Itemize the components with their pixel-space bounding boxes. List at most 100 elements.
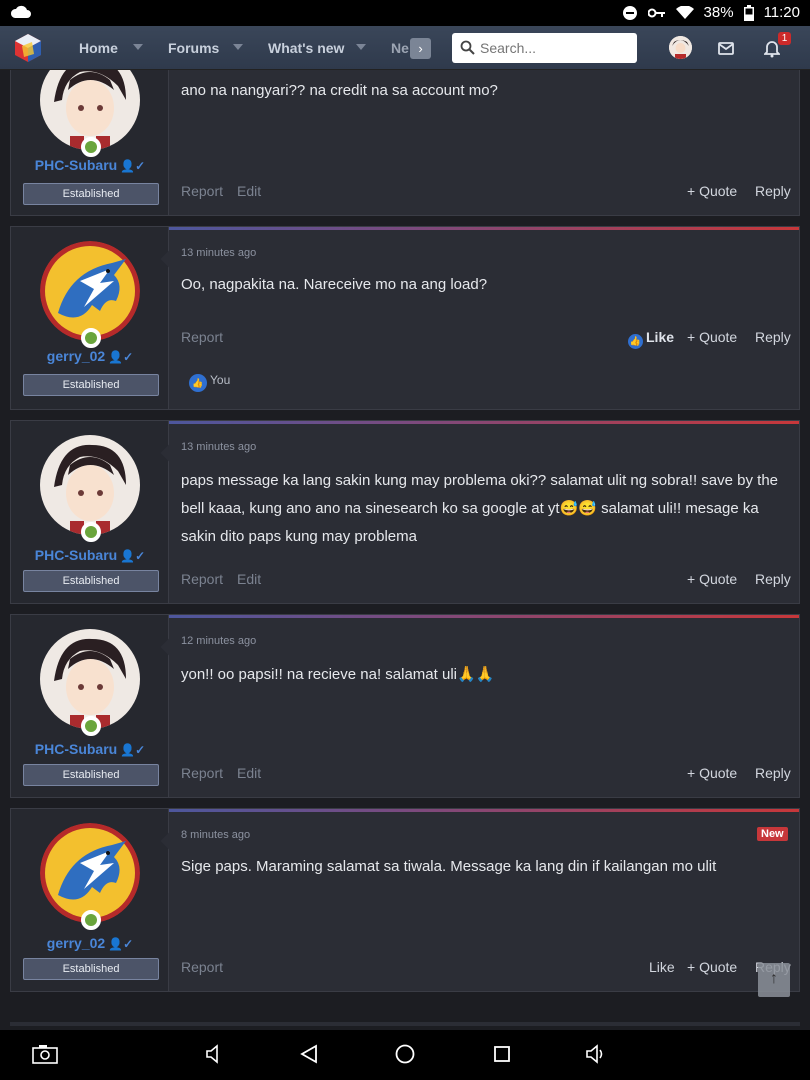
user-title-badge: Established: [23, 183, 159, 205]
verified-user-icon: 👤✓: [120, 743, 146, 757]
key-icon: [647, 8, 665, 17]
online-status-indicator: [81, 716, 101, 736]
system-navigation-bar: [0, 1030, 810, 1080]
scroll-to-top-button[interactable]: ↑: [758, 963, 790, 997]
liked-by-list[interactable]: 👍 You: [189, 373, 230, 392]
post-timestamp[interactable]: 13 minutes ago: [181, 247, 256, 259]
post-user-panel: PHC-Subaru 👤✓ Established: [11, 70, 169, 215]
verified-user-icon: 👤✓: [108, 350, 134, 364]
avatar[interactable]: [40, 629, 140, 729]
chevron-right-icon: ›: [418, 41, 423, 56]
post-timestamp[interactable]: 12 minutes ago: [181, 635, 256, 647]
reply-button[interactable]: Reply: [755, 183, 791, 199]
username[interactable]: PHC-Subaru 👤✓: [11, 157, 169, 173]
username[interactable]: PHC-Subaru 👤✓: [11, 547, 169, 563]
post-message: Sige paps. Maraming salamat sa tiwala. M…: [181, 858, 717, 875]
user-title-badge: Established: [23, 958, 159, 980]
account-avatar[interactable]: [669, 36, 692, 59]
report-link[interactable]: Report: [181, 765, 223, 781]
post-message: paps message ka lang sakin kung may prob…: [181, 472, 778, 545]
battery-percent: 38%: [703, 4, 734, 21]
nav-forums[interactable]: Forums: [168, 40, 219, 56]
post-timestamp[interactable]: 13 minutes ago: [181, 441, 256, 453]
site-logo[interactable]: [12, 32, 44, 64]
verified-user-icon: 👤✓: [120, 549, 146, 563]
thread-posts: PHC-Subaru 👤✓ Established ano na nangyari…: [10, 70, 800, 1030]
reply-button[interactable]: Reply: [755, 571, 791, 587]
post: gerry_02 👤✓ Established 8 minutes ago New…: [10, 808, 800, 992]
username[interactable]: gerry_02 👤✓: [11, 348, 169, 364]
post: PHC-Subaru 👤✓ Established ano na nangyari…: [10, 70, 800, 216]
thumbs-up-icon: 👍: [628, 334, 643, 349]
avatar[interactable]: [40, 241, 140, 341]
avatar[interactable]: [40, 823, 140, 923]
search-icon: [460, 40, 475, 55]
new-post-badge: New: [757, 827, 788, 841]
online-status-indicator: [81, 328, 101, 348]
edit-link[interactable]: Edit: [237, 571, 261, 587]
post-message: yon!! oo papsi!! na recieve na! salamat …: [181, 666, 495, 683]
quote-button[interactable]: + Quote: [687, 329, 737, 345]
post-timestamp[interactable]: 8 minutes ago: [181, 829, 250, 841]
report-link[interactable]: Report: [181, 571, 223, 587]
post: PHC-Subaru 👤✓ Established 13 minutes ago …: [10, 420, 800, 604]
cloud-icon: [10, 5, 31, 18]
back-icon[interactable]: [300, 1044, 318, 1064]
reply-button[interactable]: Reply: [755, 329, 791, 345]
nav-forums-chevron-down-icon[interactable]: [233, 44, 243, 50]
edit-link[interactable]: Edit: [237, 183, 261, 199]
online-status-indicator: [81, 522, 101, 542]
online-status-indicator: [81, 137, 101, 157]
top-navbar: Home Forums What's new Ne › 1: [0, 26, 810, 70]
thumbs-up-icon: 👍: [189, 374, 207, 392]
avatar[interactable]: [40, 435, 140, 535]
plus-icon: +: [687, 765, 700, 781]
home-icon[interactable]: [395, 1044, 415, 1064]
nav-whats-new[interactable]: What's new: [268, 40, 344, 56]
user-title-badge: Established: [23, 570, 159, 592]
report-link[interactable]: Report: [181, 183, 223, 199]
verified-user-icon: 👤✓: [120, 159, 146, 173]
post-message: ano na nangyari?? na credit na sa accoun…: [181, 82, 498, 99]
quote-button[interactable]: + Quote: [687, 571, 737, 587]
verified-user-icon: 👤✓: [108, 937, 134, 951]
post-user-panel: gerry_02 👤✓ Established: [11, 809, 169, 991]
quote-button[interactable]: + Quote: [687, 183, 737, 199]
nav-home[interactable]: Home: [79, 40, 118, 56]
quote-button[interactable]: + Quote: [687, 765, 737, 781]
nav-home-chevron-down-icon[interactable]: [133, 44, 143, 50]
recents-icon[interactable]: [493, 1044, 511, 1064]
screenshot-icon[interactable]: [32, 1044, 58, 1064]
alert-count-badge: 1: [778, 32, 791, 45]
username[interactable]: PHC-Subaru 👤✓: [11, 741, 169, 757]
next-post-edge: [10, 1022, 800, 1026]
post-user-panel: PHC-Subaru 👤✓ Established: [11, 421, 169, 603]
username[interactable]: gerry_02 👤✓: [11, 935, 169, 951]
plus-icon: +: [687, 329, 700, 345]
wifi-icon: [675, 5, 694, 19]
reply-button[interactable]: Reply: [755, 765, 791, 781]
clock: 11:20: [763, 4, 800, 21]
plus-icon: +: [687, 571, 700, 587]
search-input[interactable]: [480, 37, 630, 59]
report-link[interactable]: Report: [181, 959, 223, 975]
inbox-icon[interactable]: [718, 38, 734, 58]
post-user-panel: gerry_02 👤✓ Established: [11, 227, 169, 409]
plus-icon: +: [687, 183, 700, 199]
like-button[interactable]: Like: [649, 959, 675, 975]
nav-whats-new-chevron-down-icon[interactable]: [356, 44, 366, 50]
volume-down-icon[interactable]: [205, 1044, 223, 1064]
edit-link[interactable]: Edit: [237, 765, 261, 781]
user-title-badge: Established: [23, 764, 159, 786]
search-box[interactable]: [452, 33, 637, 63]
quote-button[interactable]: + Quote: [687, 959, 737, 975]
dnd-icon: [622, 5, 637, 20]
nav-scroll-right-button[interactable]: ›: [410, 38, 431, 59]
battery-icon: [743, 4, 754, 21]
volume-up-icon[interactable]: [585, 1044, 607, 1064]
post-user-panel: PHC-Subaru 👤✓ Established: [11, 615, 169, 797]
post: PHC-Subaru 👤✓ Established 12 minutes ago …: [10, 614, 800, 798]
like-button[interactable]: 👍 Like: [628, 329, 674, 349]
report-link[interactable]: Report: [181, 329, 223, 345]
post-message: Oo, nagpakita na. Nareceive mo na ang lo…: [181, 276, 488, 293]
